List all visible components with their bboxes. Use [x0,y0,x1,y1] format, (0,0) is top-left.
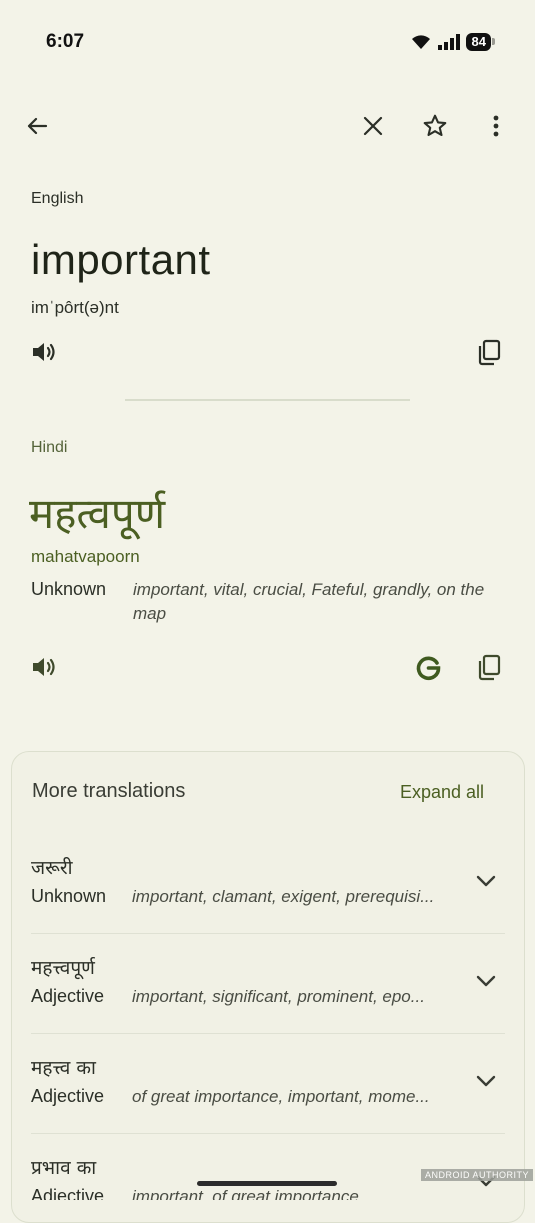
wifi-icon [411,35,430,49]
battery-indicator: 84 [465,33,496,51]
translation-row[interactable]: महत्त्व का Adjective of great importance… [31,1054,505,1154]
status-time: 6:07 [46,31,85,52]
arrow-back-icon [27,117,48,135]
translation-pos: Adjective [31,1186,105,1200]
translation-pos: Adjective [31,986,105,1006]
speaker-icon [33,658,55,676]
translation-synonyms: important, significant, prominent, epo..… [132,987,425,1006]
more-options-button[interactable] [476,106,516,146]
translation-synonyms: important, of great importance [132,1187,359,1200]
source-language-label: English [31,190,84,207]
translation-word: महत्त्व का [31,1057,96,1079]
signal-icon [437,34,460,50]
row-divider [31,1133,505,1134]
target-transliteration: mahatvapoorn [31,547,140,566]
translation-synonyms: of great importance, important, mome... [132,1087,430,1106]
translation-word: महत्त्वपूर्ण [31,957,95,979]
home-indicator[interactable] [197,1181,337,1186]
translation-word: प्रभाव का [31,1157,97,1179]
watermark: ANDROID AUTHORITY [421,1169,534,1181]
translation-synonyms: important, clamant, exigent, prerequisi.… [132,887,435,906]
more-vert-icon [493,115,499,137]
save-star-button[interactable] [415,106,455,146]
google-search-button[interactable] [414,654,442,687]
star-icon [423,114,447,137]
source-word: important [31,236,211,283]
status-icons: 84 [410,33,496,51]
translation-pos: Adjective [31,1086,105,1106]
row-divider [31,933,505,934]
target-listen-button[interactable] [31,655,57,684]
translation-word: जरूरी [31,857,73,879]
speaker-icon [33,343,55,361]
target-word: महत्वपूर्ण [29,489,166,538]
google-icon [416,656,441,681]
more-translations-title: More translations [32,780,186,802]
target-language-label: Hindi [31,439,68,456]
clear-button[interactable] [353,106,393,146]
source-phonetic: imˈpôrt(ə)nt [31,298,119,317]
target-synonyms: important, vital, crucial, Fateful, gran… [133,580,485,623]
close-icon [363,116,383,136]
copy-icon [478,654,501,681]
expand-all-button[interactable]: Expand all [400,782,484,803]
source-listen-button[interactable] [31,340,57,369]
row-divider [31,1033,505,1034]
translation-row[interactable]: जरूरी Unknown important, clamant, exigen… [31,854,505,954]
chevron-down-icon[interactable] [475,974,497,988]
translation-row[interactable]: महत्त्वपूर्ण Adjective important, signif… [31,954,505,1054]
back-button[interactable] [17,106,57,146]
source-copy-button[interactable] [476,338,502,371]
copy-icon [478,339,501,366]
target-part-of-speech: Unknown [31,579,107,599]
chevron-down-icon[interactable] [475,874,497,888]
translation-pos: Unknown [31,886,107,906]
target-copy-button[interactable] [476,653,502,686]
chevron-down-icon[interactable] [475,1074,497,1088]
section-divider [125,399,410,401]
